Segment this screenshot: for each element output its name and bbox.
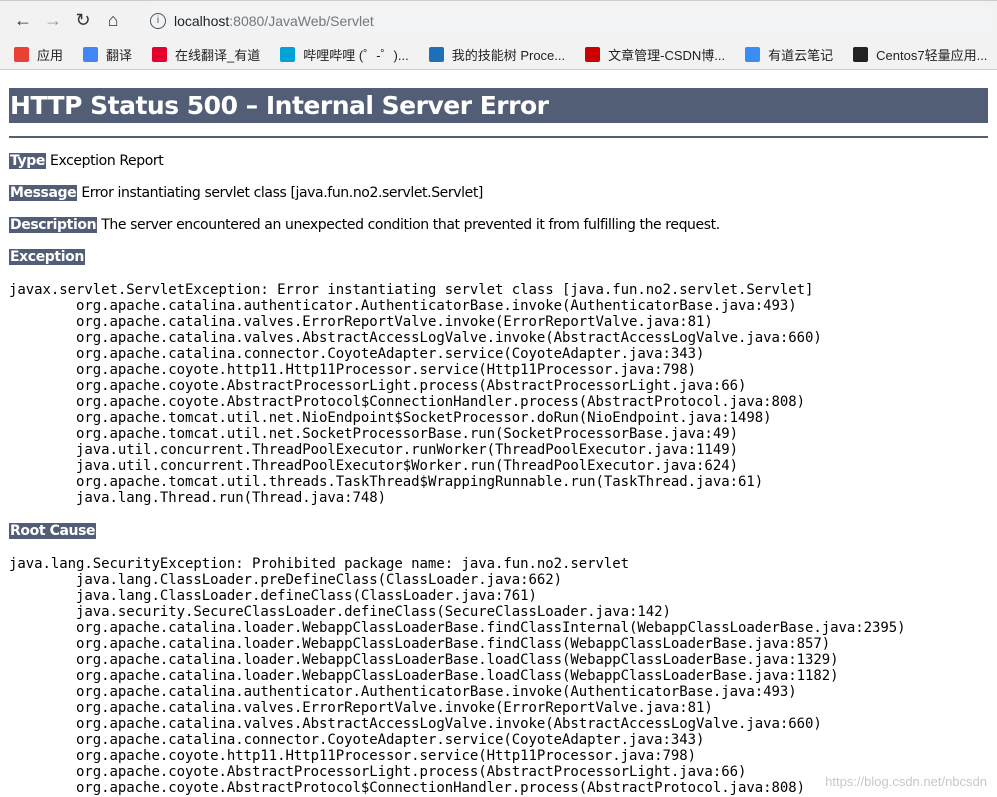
bookmark-item[interactable]: Centos7轻量应用... — [853, 45, 987, 64]
exception-label: Exception — [9, 249, 85, 265]
bookmark-label: 翻译 — [106, 48, 133, 63]
bookmark-item[interactable]: 在线翻译_有道 — [152, 45, 260, 64]
processon-icon — [428, 47, 444, 62]
exception-row: Exception — [9, 248, 988, 280]
bookmark-item[interactable]: 文章管理-CSDN博... — [585, 45, 725, 64]
bookmark-item[interactable]: 我的技能树 Proce... — [428, 45, 566, 64]
bookmark-label: 哔哩哔哩 (゜-゜)... — [303, 48, 409, 63]
bookmark-item[interactable]: 哔哩哔哩 (゜-゜)... — [280, 45, 409, 64]
youdao-note-icon — [745, 47, 761, 62]
globe-icon — [853, 47, 869, 62]
page-title: HTTP Status 500 – Internal Server Error — [9, 88, 988, 123]
reload-icon[interactable]: ↻ — [68, 10, 98, 31]
bookmark-item[interactable]: 应用 — [14, 45, 63, 64]
type-row: Type Exception Report — [9, 152, 988, 184]
error-page: HTTP Status 500 – Internal Server Error … — [0, 88, 997, 796]
bookmark-item[interactable]: 翻译 — [83, 45, 132, 64]
type-label: Type — [9, 153, 46, 169]
youdao-icon — [152, 47, 168, 62]
forward-icon[interactable]: → — [38, 10, 68, 31]
root-cause-label: Root Cause — [9, 523, 97, 539]
description-value: The server encountered an unexpected con… — [101, 217, 720, 233]
watermark: https://blog.csdn.net/nbcsdn — [825, 774, 987, 789]
type-value: Exception Report — [50, 153, 164, 169]
bookmark-label: 文章管理-CSDN博... — [608, 48, 726, 63]
csdn-icon — [585, 47, 601, 62]
apps-grid-icon — [14, 47, 29, 62]
bookmark-label: 我的技能树 Proce... — [451, 48, 566, 63]
exception-stack-trace: javax.servlet.ServletException: Error in… — [9, 282, 822, 506]
bookmark-label: 有道云笔记 — [768, 48, 834, 63]
bookmark-label: Centos7轻量应用... — [876, 48, 988, 63]
description-row: Description The server encountered an un… — [9, 216, 988, 248]
back-icon[interactable]: ← — [8, 10, 38, 31]
bookmark-label: 在线翻译_有道 — [175, 48, 261, 63]
browser-toolbar: ← → ↻ ⌂ i localhost:8080/JavaWeb/Servlet — [0, 0, 997, 40]
bookmark-item[interactable]: 有道云笔记 — [745, 45, 833, 64]
description-label: Description — [9, 217, 98, 233]
home-icon[interactable]: ⌂ — [98, 10, 128, 31]
bilibili-icon — [280, 47, 296, 62]
bookmark-label: 应用 — [37, 48, 64, 63]
message-row: Message Error instantiating servlet clas… — [9, 184, 988, 216]
root-cause-row: Root Cause — [9, 522, 988, 554]
url-host: localhost — [174, 12, 230, 29]
bookmarks-bar: 应用 翻译 在线翻译_有道 哔哩哔哩 (゜-゜)... 我的技能树 Proce... 文章… — [0, 40, 997, 70]
message-label: Message — [9, 185, 78, 201]
address-bar[interactable]: i localhost:8080/JavaWeb/Servlet — [140, 5, 997, 36]
message-value: Error instantiating servlet class [java.… — [81, 185, 483, 201]
url-path: :8080/JavaWeb/Servlet — [229, 12, 374, 29]
google-translate-icon — [83, 47, 99, 62]
info-icon[interactable]: i — [150, 12, 166, 29]
divider — [9, 136, 988, 138]
root-cause-stack-trace: java.lang.SecurityException: Prohibited … — [9, 556, 906, 796]
